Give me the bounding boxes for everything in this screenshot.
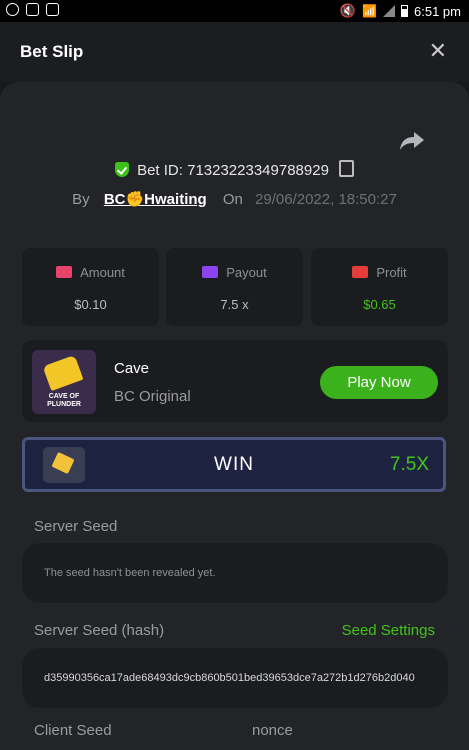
result-label: WIN (214, 454, 254, 475)
profit-icon (352, 266, 369, 278)
clock: 6:51 pm (414, 3, 461, 19)
client-seed-label: Client Seed (34, 722, 112, 739)
server-hash-box: d35990356ca17ade68493dc9cb860b501bed3965… (22, 648, 448, 708)
wifi-icon: 📶 (362, 4, 378, 18)
payout-value: 7.5 x (220, 297, 249, 312)
header: Bet Slip ✕ (0, 22, 469, 82)
bet-date: 29/06/2022, 18:50:27 (255, 191, 397, 208)
messenger-icon (6, 3, 19, 16)
gmail-icon (26, 3, 39, 16)
bet-author-row: By BC✊Hwaiting On 29/06/2022, 18:50:27 (0, 190, 469, 208)
mute-icon: 🔇 (339, 3, 357, 18)
page-title: Bet Slip (20, 42, 84, 61)
game-thumbnail[interactable]: CAVE OF PLUNDER (32, 350, 96, 414)
system-icons: 🔇 📶 6:51 pm (340, 3, 461, 19)
key-icon (42, 354, 84, 392)
profit-value: $0.65 (363, 297, 396, 312)
server-seed-value: The seed hasn't been revealed yet. (44, 567, 216, 579)
payout-label: Payout (226, 265, 267, 280)
payout-card: Payout 7.5 x (166, 248, 303, 326)
battery-icon (401, 5, 409, 17)
profit-label: Profit (376, 265, 407, 280)
on-label: On (222, 191, 243, 208)
server-seed-label: Server Seed (34, 518, 118, 535)
seed-settings-link[interactable]: Seed Settings (342, 622, 435, 639)
amount-card: Amount $0.10 (22, 248, 159, 326)
game-card: CAVE OF PLUNDER Cave BC Original Play No… (22, 340, 448, 422)
payout-icon (202, 266, 219, 278)
share-icon[interactable] (399, 130, 425, 152)
gallery-icon (46, 3, 59, 16)
signal-icon (383, 5, 396, 17)
server-hash-label: Server Seed (hash) (34, 622, 165, 639)
profit-card: Profit $0.65 (311, 248, 448, 326)
game-name: Cave (114, 360, 150, 377)
server-hash-value[interactable]: d35990356ca17ade68493dc9cb860b501bed3965… (44, 672, 415, 684)
result-multiplier: 7.5X (389, 454, 429, 475)
amount-icon (56, 266, 73, 278)
server-seed-box: The seed hasn't been revealed yet. (22, 543, 448, 603)
game-logo-text: CAVE OF PLUNDER (47, 393, 81, 408)
notification-icons (6, 3, 59, 16)
bet-id-row: Bet ID: 71323223349788929 (0, 160, 469, 179)
by-label: By (72, 191, 90, 208)
close-icon[interactable]: ✕ (429, 38, 447, 64)
copy-icon[interactable] (338, 160, 354, 177)
game-provider: BC Original (114, 388, 191, 405)
amount-label: Amount (80, 265, 125, 280)
bet-id: Bet ID: 71323223349788929 (137, 162, 329, 179)
verified-shield-icon (115, 162, 130, 177)
status-bar: 🔇 📶 6:51 pm (0, 0, 469, 22)
username-link[interactable]: BC✊Hwaiting (104, 191, 207, 208)
play-now-button[interactable]: Play Now (320, 366, 438, 399)
amount-value: $0.10 (74, 297, 107, 312)
bet-slip-panel: Bet ID: 71323223349788929 By BC✊Hwaiting… (0, 82, 469, 750)
nonce-label: nonce (252, 722, 293, 739)
result-banner: WIN 7.5X (22, 437, 446, 492)
